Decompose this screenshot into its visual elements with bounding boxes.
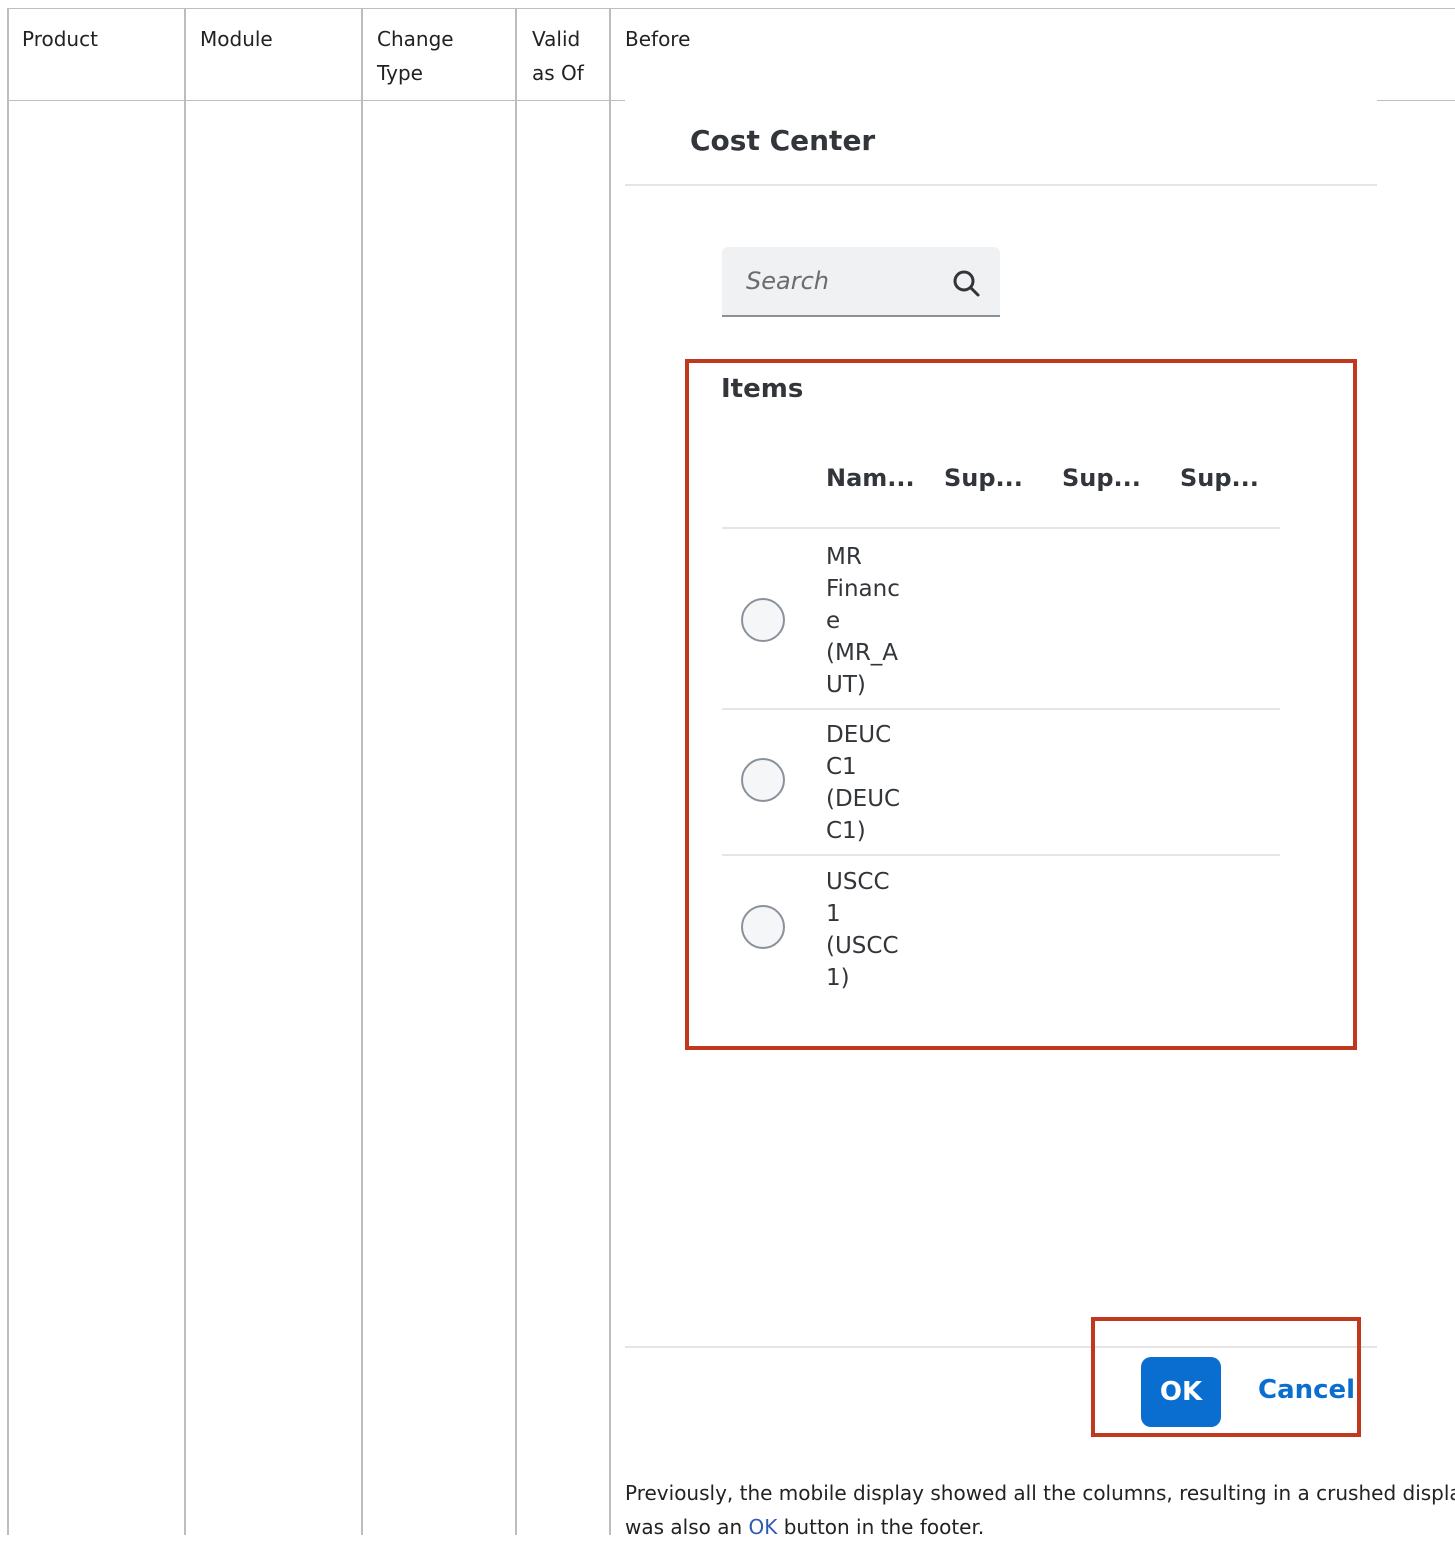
search-icon[interactable] <box>950 267 982 299</box>
row-radio-button[interactable] <box>741 758 785 802</box>
row-name-cell: DEUC C1 (DEUC C1) <box>826 722 901 844</box>
header-valid-as-of-line1: Valid <box>532 27 581 51</box>
header-product: Product <box>22 27 98 51</box>
cancel-button[interactable]: Cancel <box>1258 1375 1355 1405</box>
header-bottom-border-right <box>1377 100 1455 101</box>
header-valid-as-of: Valid as Of <box>532 22 584 90</box>
items-title: Items <box>721 374 804 404</box>
column-divider <box>7 8 9 1535</box>
ok-button[interactable]: OK <box>1141 1357 1221 1427</box>
change-note-line2: was also an OK button in the footer. <box>625 1510 1455 1544</box>
column-header-sup[interactable]: Sup... <box>1180 464 1259 492</box>
column-header-name[interactable]: Nam... <box>826 464 915 492</box>
row-name-cell: USCC 1 (USCC 1) <box>826 869 899 991</box>
header-change-type-line1: Change <box>377 27 454 51</box>
column-divider <box>184 8 186 1535</box>
items-highlight-box <box>685 359 1357 1050</box>
column-header-sup[interactable]: Sup... <box>1062 464 1141 492</box>
header-bottom-border-left <box>8 100 625 101</box>
change-note-line1: Previously, the mobile display showed al… <box>625 1481 1455 1505</box>
row-radio-button[interactable] <box>741 598 785 642</box>
search-placeholder: Search <box>746 267 829 295</box>
change-note-text: was also an <box>625 1515 749 1539</box>
row-separator <box>722 527 1280 529</box>
table-top-border <box>8 8 1455 9</box>
column-divider <box>609 8 611 1535</box>
change-note-text: button in the footer. <box>777 1515 985 1539</box>
row-name-cell: MR Financ e (MR_A UT) <box>826 544 900 698</box>
column-divider <box>361 8 363 1535</box>
search-input[interactable]: Search <box>722 247 1000 317</box>
column-divider <box>515 8 517 1535</box>
change-note: Previously, the mobile display showed al… <box>625 1476 1455 1544</box>
row-separator <box>722 854 1280 856</box>
dialog-title: Cost Center <box>690 124 876 157</box>
header-module: Module <box>200 27 273 51</box>
header-valid-as-of-line2: as Of <box>532 61 584 85</box>
header-before: Before <box>625 27 691 51</box>
header-change-type: Change Type <box>377 22 454 90</box>
row-radio-button[interactable] <box>741 905 785 949</box>
row-separator <box>722 708 1280 710</box>
header-change-type-line2: Type <box>377 61 423 85</box>
dialog-header-separator <box>625 184 1377 186</box>
column-header-sup[interactable]: Sup... <box>944 464 1023 492</box>
ok-link[interactable]: OK <box>749 1515 778 1539</box>
